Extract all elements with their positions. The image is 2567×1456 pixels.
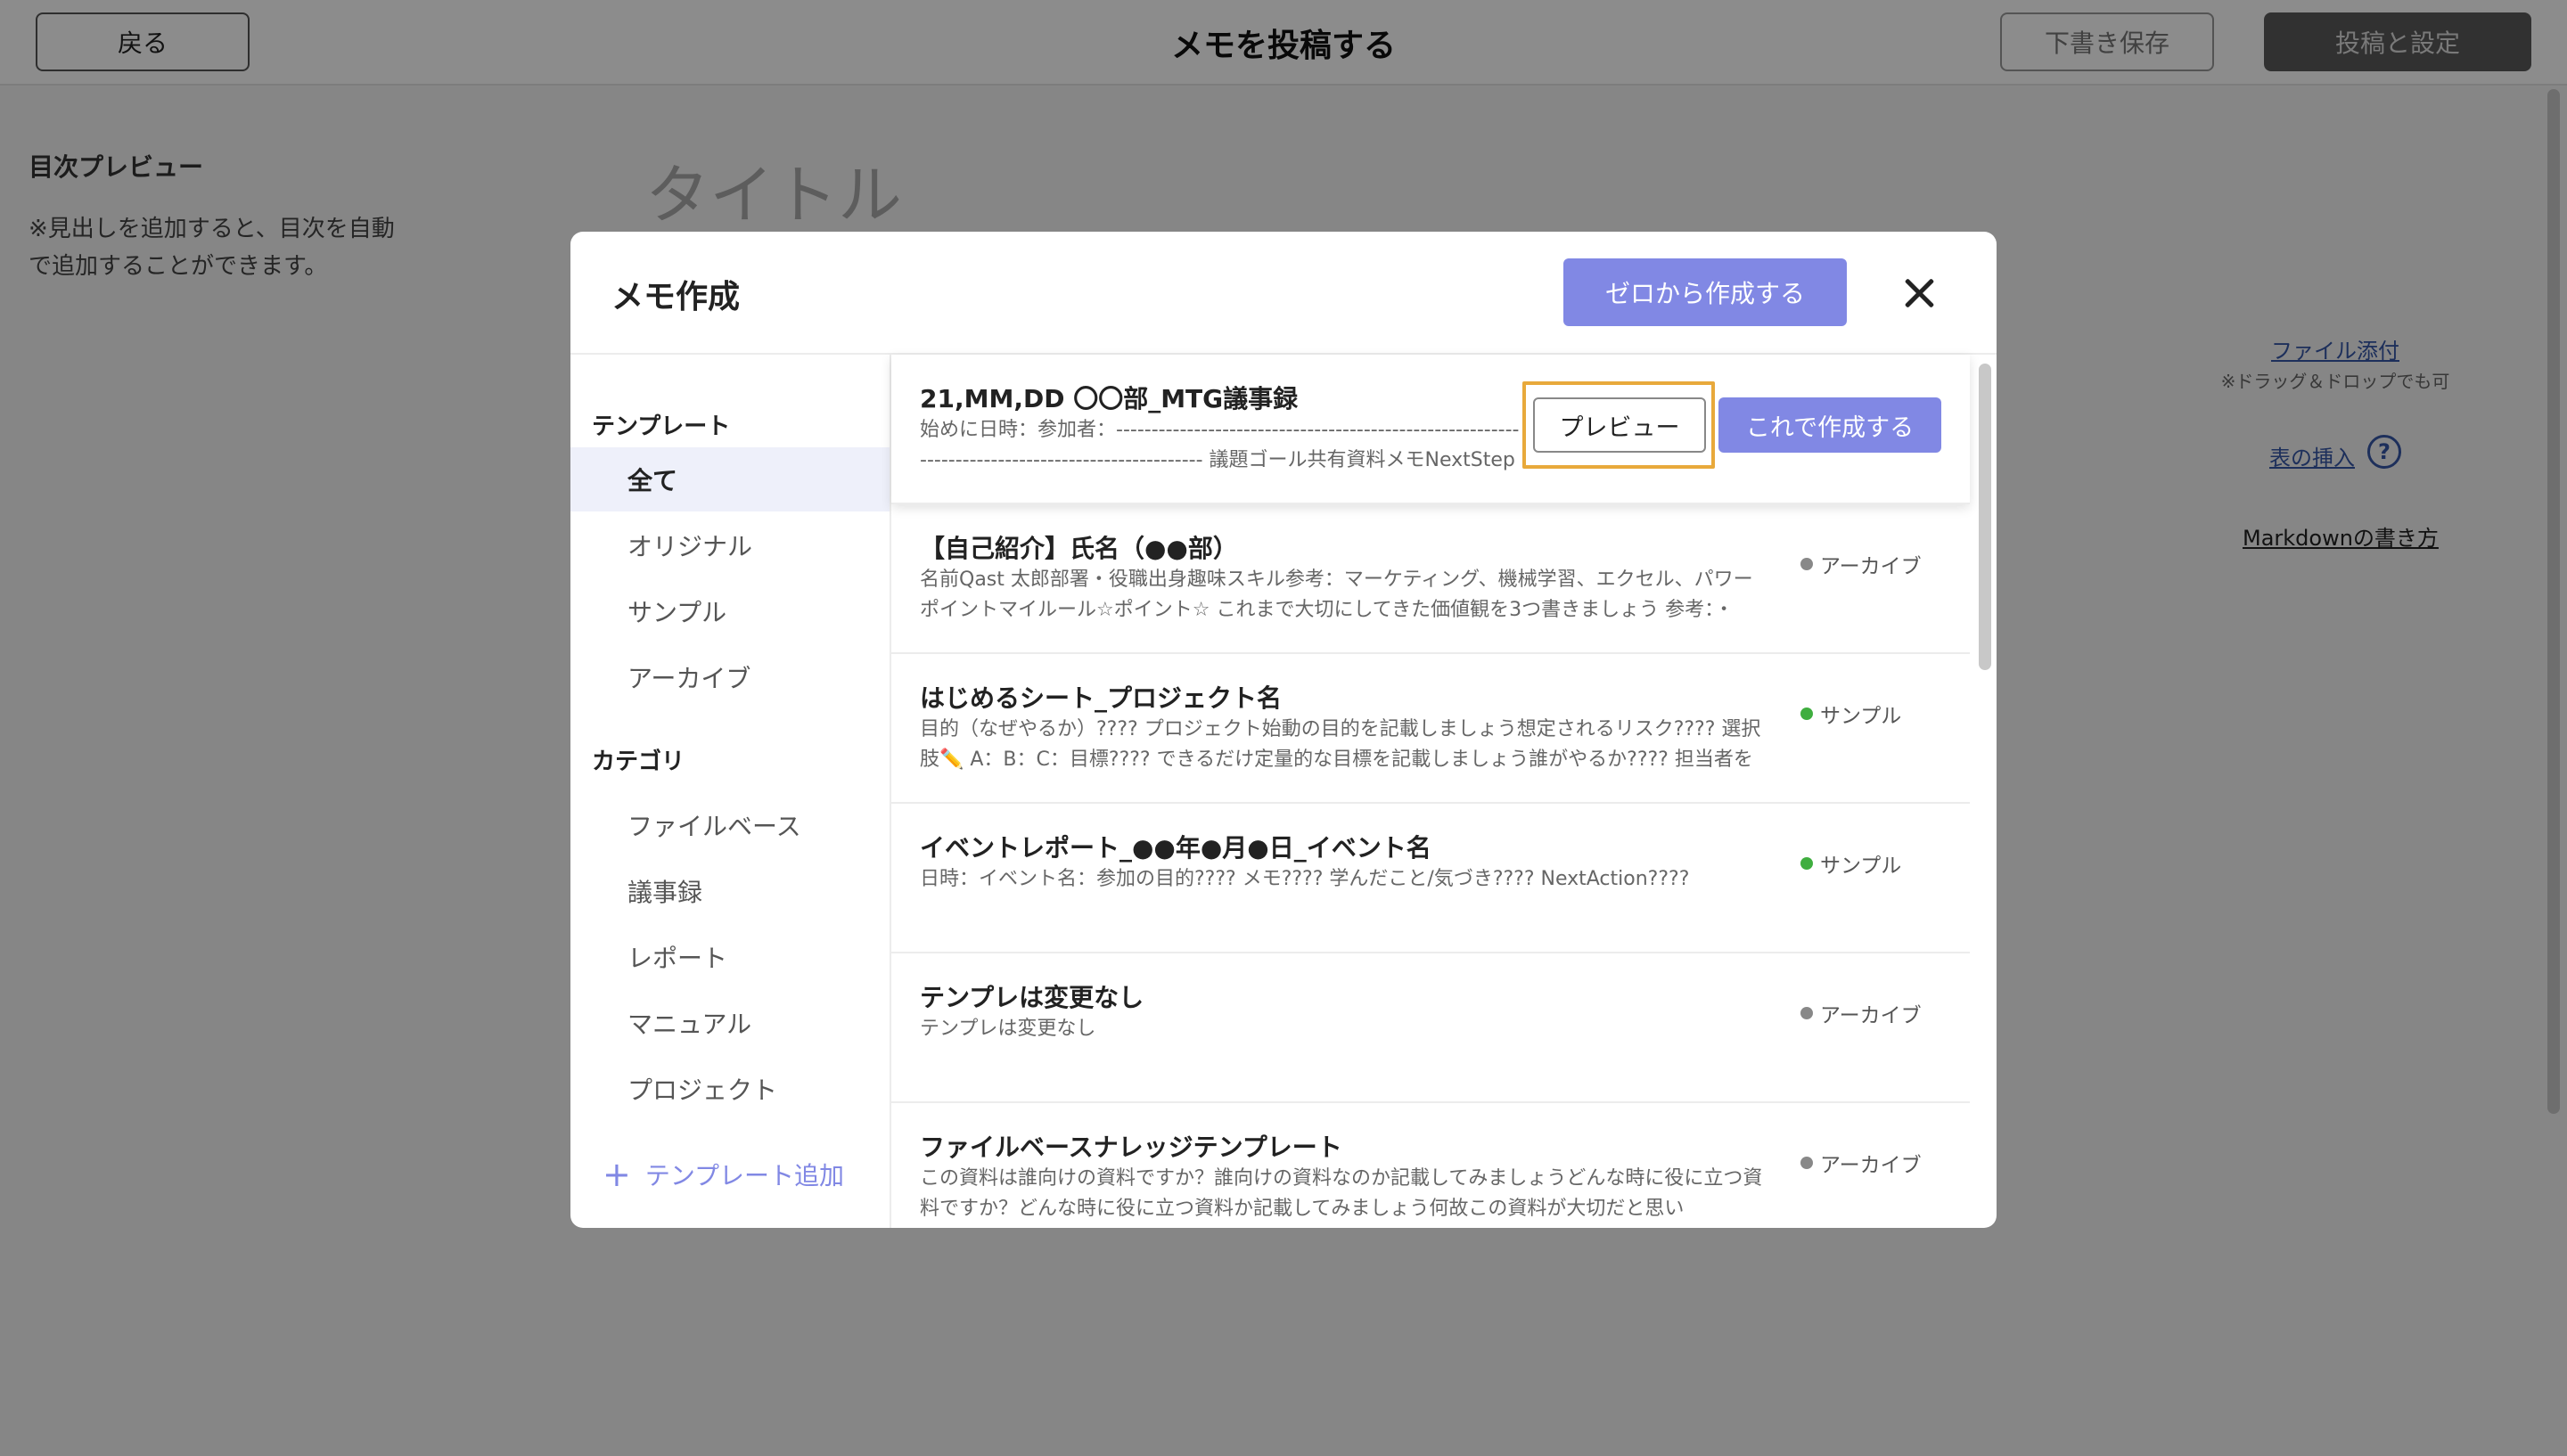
- template-title: 【自己紹介】氏名（●●部）: [920, 534, 1238, 563]
- modal-header: メモ作成 ゼロから作成する: [570, 232, 1997, 355]
- template-title: 21,MM,DD 〇〇部_MTG議事録: [920, 384, 1299, 413]
- sidebar-item-file-base[interactable]: ファイルベース: [570, 793, 890, 857]
- sidebar-item-archive[interactable]: アーカイブ: [570, 645, 890, 709]
- preview-button[interactable]: プレビュー: [1533, 397, 1706, 453]
- tag-dot: [1800, 1007, 1813, 1019]
- tag-label: アーカイブ: [1820, 1154, 1922, 1177]
- tag-dot: [1800, 558, 1813, 570]
- add-template-button[interactable]: + テンプレート追加: [603, 1157, 844, 1192]
- tag-label: アーカイブ: [1820, 555, 1922, 578]
- memo-create-modal: メモ作成 ゼロから作成する テンプレート 全て オリジナル サンプル アーカイブ…: [570, 232, 1997, 1228]
- template-row[interactable]: はじめるシート_プロジェクト名 目的（なぜやるか）???? プロジェクト始動の目…: [891, 654, 1970, 804]
- status-badge: アーカイブ: [1800, 998, 1922, 1028]
- sidebar-item-all[interactable]: 全て: [570, 447, 890, 511]
- template-row[interactable]: イベントレポート_●●年●月●日_イベント名 日時：イベント名：参加の目的???…: [891, 804, 1970, 953]
- template-row[interactable]: 21,MM,DD 〇〇部_MTG議事録 始めに日時：参加者：----------…: [891, 355, 1970, 504]
- tag-dot: [1800, 857, 1813, 870]
- sidebar-item-manual[interactable]: マニュアル: [570, 991, 890, 1055]
- tag-dot: [1800, 708, 1813, 720]
- template-heading: テンプレート: [592, 413, 731, 440]
- tag-label: アーカイブ: [1820, 1004, 1922, 1027]
- close-icon[interactable]: [1899, 273, 1940, 314]
- template-excerpt: この資料は誰向けの資料ですか？誰向けの資料なのか記載してみましょうどんな時に役に…: [920, 1167, 1763, 1220]
- tag-label: サンプル: [1820, 705, 1902, 728]
- template-title: ファイルベースナレッジテンプレート: [920, 1133, 1342, 1162]
- modal-title: メモ作成: [611, 279, 741, 315]
- sidebar-item-sample[interactable]: サンプル: [570, 579, 890, 643]
- sidebar-item-original[interactable]: オリジナル: [570, 513, 890, 577]
- template-excerpt: 名前Qast 太郎部署・役職出身趣味スキル参考：マーケティング、機械学習、エクセ…: [920, 568, 1753, 621]
- tag-label: サンプル: [1820, 855, 1902, 878]
- status-badge: アーカイブ: [1800, 1148, 1922, 1178]
- sidebar-item-project[interactable]: プロジェクト: [570, 1057, 890, 1121]
- template-excerpt: テンプレは変更なし: [920, 1018, 1096, 1040]
- template-excerpt: 始めに日時：参加者：------------------------------…: [920, 419, 1520, 471]
- category-heading: カテゴリ: [592, 748, 685, 775]
- template-row[interactable]: ファイルベースナレッジテンプレート この資料は誰向けの資料ですか？誰向けの資料な…: [891, 1103, 1970, 1228]
- add-template-label: テンプレート追加: [644, 1161, 845, 1190]
- status-badge: アーカイブ: [1800, 549, 1922, 579]
- template-row[interactable]: テンプレは変更なし テンプレは変更なし アーカイブ: [891, 953, 1970, 1103]
- create-from-scratch-button[interactable]: ゼロから作成する: [1563, 258, 1847, 326]
- list-scrollbar[interactable]: [1979, 364, 1991, 670]
- plus-icon: +: [603, 1155, 631, 1194]
- create-with-template-button[interactable]: これで作成する: [1718, 397, 1941, 453]
- status-badge: サンプル: [1800, 699, 1901, 729]
- template-excerpt: 日時：イベント名：参加の目的???? メモ???? 学んだこと/気づき???? …: [920, 868, 1690, 890]
- template-title: イベントレポート_●●年●月●日_イベント名: [920, 833, 1431, 863]
- template-sidebar: テンプレート 全て オリジナル サンプル アーカイブ カテゴリ ファイルベース …: [570, 355, 891, 1228]
- tag-dot: [1800, 1157, 1813, 1169]
- template-row[interactable]: 【自己紹介】氏名（●●部） 名前Qast 太郎部署・役職出身趣味スキル参考：マー…: [891, 504, 1970, 654]
- template-title: テンプレは変更なし: [920, 983, 1144, 1012]
- template-list: 21,MM,DD 〇〇部_MTG議事録 始めに日時：参加者：----------…: [891, 355, 1970, 1228]
- sidebar-item-report[interactable]: レポート: [570, 925, 890, 989]
- template-excerpt: 目的（なぜやるか）???? プロジェクト始動の目的を記載しましょう想定されるリス…: [920, 718, 1761, 771]
- template-title: はじめるシート_プロジェクト名: [920, 683, 1283, 713]
- sidebar-item-minutes[interactable]: 議事録: [570, 859, 890, 923]
- status-badge: サンプル: [1800, 848, 1901, 879]
